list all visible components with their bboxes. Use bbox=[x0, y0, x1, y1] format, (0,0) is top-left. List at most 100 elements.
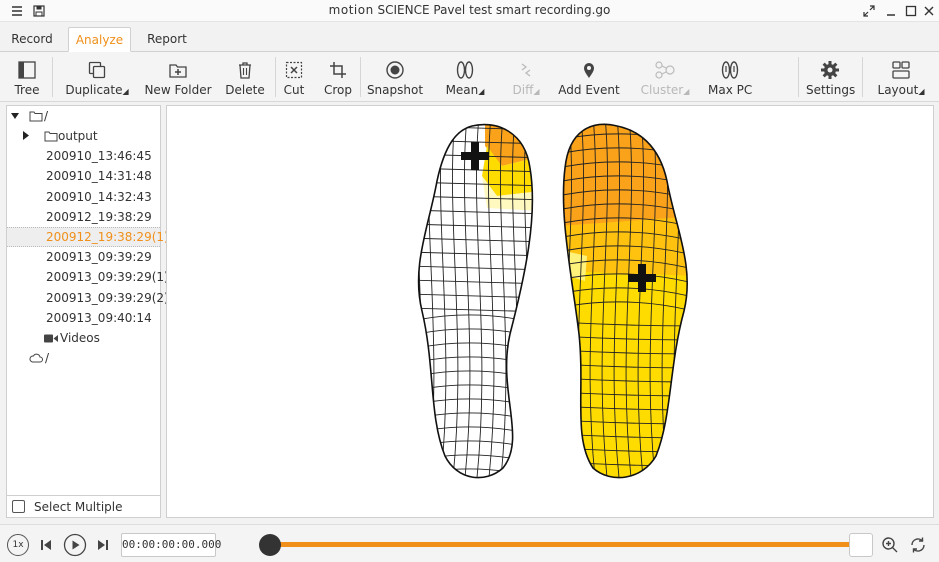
tree-item-label: 200912_19:38:29(1) bbox=[46, 230, 169, 244]
skip-to-start-icon[interactable] bbox=[38, 537, 54, 553]
fullscreen-icon[interactable] bbox=[861, 3, 877, 19]
collapsed-arrow-icon[interactable] bbox=[23, 131, 29, 140]
max-pc-button-label: Max PC bbox=[708, 83, 753, 97]
trash-icon bbox=[239, 62, 251, 79]
new-folder-icon bbox=[169, 64, 187, 78]
tree-item-selected[interactable]: 200912_19:38:29(1) bbox=[7, 227, 169, 247]
video-camera-icon bbox=[44, 334, 58, 343]
tree-cloud-root-label: / bbox=[45, 351, 50, 365]
tree-item-videos-label: Videos bbox=[60, 331, 100, 345]
left-insole bbox=[417, 123, 534, 479]
tab-record[interactable]: Record bbox=[4, 27, 60, 52]
folder-icon bbox=[29, 111, 43, 122]
new-folder-button-label: New Folder bbox=[144, 83, 212, 97]
toolbar-divider bbox=[275, 57, 276, 97]
cloud-icon bbox=[29, 353, 43, 363]
tab-analyze[interactable]: Analyze bbox=[68, 27, 131, 52]
map-pin-icon bbox=[584, 63, 594, 78]
insoles-icon bbox=[456, 61, 474, 79]
tree-button-label: Tree bbox=[14, 83, 40, 97]
tree-item-label: 200913_09:40:14 bbox=[46, 311, 152, 325]
main-tabs: Record Analyze Report bbox=[0, 27, 939, 52]
mean-dropdown-icon: ◢ bbox=[478, 87, 485, 96]
insole-pressure-heatmap[interactable] bbox=[167, 106, 933, 517]
skip-to-end-icon[interactable] bbox=[95, 537, 111, 553]
tree-item[interactable]: 200910_14:32:43 bbox=[7, 187, 160, 207]
new-folder-button[interactable]: New Folder bbox=[143, 52, 213, 102]
toolbar-divider bbox=[862, 57, 863, 97]
expanded-arrow-icon[interactable] bbox=[11, 113, 19, 119]
maximize-icon[interactable] bbox=[903, 3, 919, 19]
tree-item-videos[interactable]: Videos bbox=[7, 328, 160, 348]
layout-grid-icon bbox=[892, 61, 910, 79]
timeline-start-handle[interactable] bbox=[259, 534, 281, 556]
delete-button-label: Delete bbox=[225, 83, 265, 97]
tree-root-label: / bbox=[44, 109, 49, 123]
duplicate-button-label: Duplicate bbox=[65, 83, 123, 97]
close-icon[interactable] bbox=[921, 3, 937, 19]
minimize-icon[interactable] bbox=[883, 3, 899, 19]
window-title: motion SCIENCE Pavel test smart recordin… bbox=[0, 3, 939, 17]
folder-icon bbox=[44, 131, 58, 142]
mean-button[interactable]: Mean◢ bbox=[444, 52, 486, 102]
layout-dropdown-icon: ◢ bbox=[918, 87, 925, 96]
toolbar-divider bbox=[798, 57, 799, 97]
tree-item-label: 200910_13:46:45 bbox=[46, 149, 152, 163]
tree-cloud-root[interactable]: / bbox=[7, 348, 160, 368]
zoom-in-icon[interactable] bbox=[881, 536, 899, 554]
delete-button[interactable]: Delete bbox=[223, 52, 267, 102]
add-event-button-label: Add Event bbox=[558, 83, 620, 97]
layout-button[interactable]: Layout◢ bbox=[874, 52, 928, 102]
tree-item[interactable]: 200913_09:39:29(2) bbox=[7, 288, 169, 308]
brand-logo: motion bbox=[328, 3, 374, 17]
cluster-button-label: Cluster bbox=[640, 83, 684, 97]
timeline-end-handle[interactable] bbox=[849, 533, 873, 557]
play-icon[interactable] bbox=[63, 533, 87, 557]
duplicate-button[interactable]: Duplicate◢ bbox=[64, 52, 130, 102]
playback-speed-button[interactable]: 1x bbox=[7, 534, 29, 556]
crop-button-label: Crop bbox=[323, 83, 352, 97]
cluster-button[interactable]: Cluster◢ bbox=[640, 52, 690, 102]
loop-icon[interactable] bbox=[909, 536, 927, 554]
pressure-view-canvas[interactable] bbox=[166, 105, 934, 518]
tree-item-label: 200913_09:39:29(1) bbox=[46, 270, 169, 284]
max-pc-button[interactable]: Max PC bbox=[708, 52, 752, 102]
tree-button[interactable]: Tree bbox=[6, 52, 48, 102]
cut-button-label: Cut bbox=[283, 83, 305, 97]
tree-item-label: 200912_19:38:29 bbox=[46, 210, 152, 224]
snapshot-button-label: Snapshot bbox=[366, 83, 424, 97]
file-tree-panel: / output 200910_13:46:45 200910_14:31:48… bbox=[6, 105, 169, 518]
tree-item[interactable]: 200910_13:46:45 bbox=[7, 146, 160, 166]
snapshot-button[interactable]: Snapshot bbox=[366, 52, 424, 102]
tree-item[interactable]: 200913_09:39:29 bbox=[7, 247, 160, 267]
timeline-track[interactable] bbox=[270, 542, 860, 547]
tree-item[interactable]: 200913_09:40:14 bbox=[7, 308, 160, 328]
select-multiple-row[interactable]: Select Multiple bbox=[7, 495, 160, 517]
tree-item[interactable]: 200910_14:31:48 bbox=[7, 166, 160, 186]
add-event-button[interactable]: Add Event bbox=[558, 52, 620, 102]
window-title-text: SCIENCE Pavel test smart recording.go bbox=[377, 3, 611, 17]
tree-folder-output[interactable]: output bbox=[7, 126, 160, 146]
cluster-icon bbox=[655, 61, 675, 79]
playback-speed-label: 1x bbox=[12, 540, 24, 550]
tree-item-label: 200913_09:39:29 bbox=[46, 250, 152, 264]
settings-button[interactable]: Settings bbox=[806, 52, 856, 102]
timestamp-field[interactable]: 00:00:00:00.000 bbox=[121, 533, 221, 557]
diff-arrows-icon bbox=[521, 63, 531, 77]
diff-button[interactable]: Diff◢ bbox=[510, 52, 542, 102]
tab-report[interactable]: Report bbox=[139, 27, 195, 52]
select-multiple-checkbox[interactable] bbox=[12, 500, 25, 513]
duplicate-dropdown-icon: ◢ bbox=[122, 87, 129, 96]
right-insole bbox=[562, 123, 688, 479]
tree-item-label: 200910_14:32:43 bbox=[46, 190, 152, 204]
diff-dropdown-icon: ◢ bbox=[533, 87, 540, 96]
tree-item[interactable]: 200912_19:38:29 bbox=[7, 207, 160, 227]
toolbar-divider bbox=[52, 57, 53, 97]
cut-button[interactable]: Cut bbox=[280, 52, 308, 102]
toolbar-divider bbox=[360, 57, 361, 97]
tree-panel-icon bbox=[18, 61, 36, 79]
settings-button-label: Settings bbox=[806, 83, 856, 97]
tree-item[interactable]: 200913_09:39:29(1) bbox=[7, 267, 169, 287]
crop-button[interactable]: Crop bbox=[322, 52, 354, 102]
tree-root[interactable]: / bbox=[7, 106, 160, 126]
